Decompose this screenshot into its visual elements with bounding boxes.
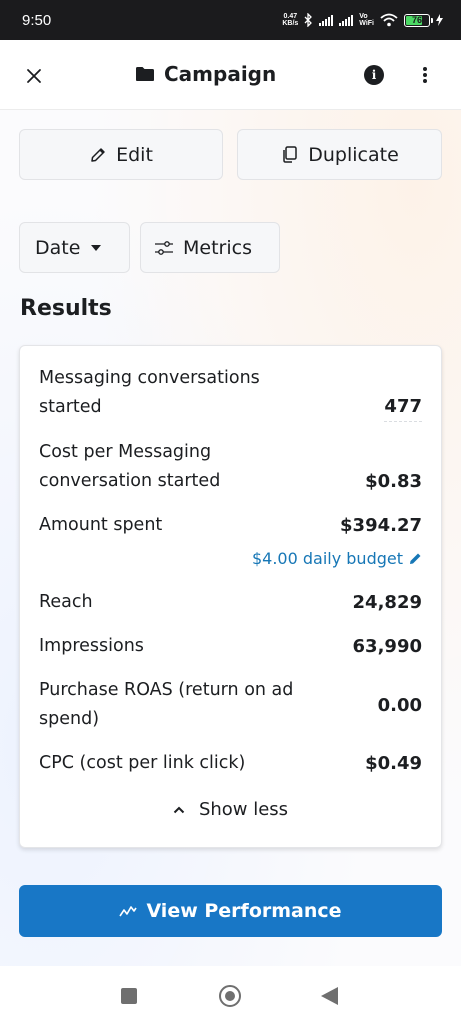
status-time: 9:50 (22, 11, 52, 29)
recent-apps-icon[interactable] (121, 988, 137, 1004)
edit-label: Edit (116, 143, 153, 166)
show-less-label: Show less (198, 799, 289, 820)
metrics-button[interactable]: Metrics (140, 222, 280, 273)
trend-line-icon (119, 906, 138, 917)
duplicate-label: Duplicate (308, 143, 399, 166)
header-title-group: Campaign (135, 62, 276, 86)
result-value: 0.00 (377, 694, 422, 716)
results-heading: Results (20, 296, 112, 321)
chevron-up-icon (173, 806, 185, 813)
result-label: CPC (cost per link click) (39, 753, 246, 773)
pencil-icon (410, 553, 421, 564)
sliders-icon (155, 240, 173, 255)
result-row: CPC (cost per link click) $0.49 (39, 749, 422, 778)
date-filter-button[interactable]: Date (19, 222, 130, 273)
wifi-icon (380, 13, 398, 27)
battery-level: 76 (411, 15, 422, 25)
header-bar: Campaign i (0, 40, 461, 110)
battery-icon: 76 (404, 13, 433, 27)
result-value: $0.49 (365, 753, 422, 774)
result-label: Reach (39, 592, 93, 612)
date-label: Date (35, 236, 81, 259)
bluetooth-icon (304, 13, 313, 27)
result-row: Cost per Messaging conversation started … (39, 438, 422, 496)
signal-icon-2 (339, 14, 354, 26)
show-less-button[interactable]: Show less (20, 799, 441, 820)
result-label: Amount spent (39, 515, 163, 535)
result-value: 24,829 (352, 592, 422, 613)
volte-wifi-label: Vo WiFi (359, 13, 374, 27)
results-card: Messaging conversations started 477 Cost… (19, 345, 442, 848)
status-icons: 0.47 KB/s Vo WiFi 76 (282, 13, 443, 27)
result-row: Purchase ROAS (return on ad spend) 0.00 (39, 676, 422, 734)
result-value: $0.83 (365, 471, 422, 492)
daily-budget-label: $4.00 daily budget (251, 549, 403, 568)
result-row: Amount spent $394.27 (39, 511, 422, 540)
result-row: Reach 24,829 (39, 588, 422, 617)
folder-icon (136, 67, 154, 81)
daily-budget-link[interactable]: $4.00 daily budget (252, 549, 422, 568)
result-label: Purchase ROAS (return on ad spend) (39, 680, 294, 729)
more-vertical-icon[interactable] (418, 64, 432, 86)
view-performance-label: View Performance (146, 900, 342, 922)
home-icon[interactable] (219, 985, 241, 1007)
page-title: Campaign (164, 62, 277, 86)
status-bar: 9:50 0.47 KB/s Vo WiFi 76 (0, 0, 461, 40)
close-icon[interactable] (22, 64, 46, 88)
result-label: Impressions (39, 636, 144, 656)
result-value[interactable]: 477 (384, 392, 422, 422)
charging-icon (436, 14, 443, 26)
signal-icon (319, 14, 334, 26)
result-label: Cost per Messaging conversation started (39, 442, 221, 491)
duplicate-button[interactable]: Duplicate (237, 129, 442, 180)
system-nav-bar (0, 966, 461, 1024)
caret-down-icon (91, 244, 102, 251)
info-icon[interactable]: i (364, 65, 384, 85)
edit-button[interactable]: Edit (19, 129, 223, 180)
result-label: Messaging conversations started (39, 368, 260, 417)
back-icon[interactable] (321, 987, 338, 1005)
copy-icon (283, 146, 297, 163)
metrics-label: Metrics (183, 236, 252, 259)
result-value: 63,990 (352, 636, 422, 657)
view-performance-button[interactable]: View Performance (19, 885, 442, 937)
result-row: Impressions 63,990 (39, 632, 422, 661)
result-row: Messaging conversations started 477 (39, 364, 422, 422)
net-speed: 0.47 KB/s (282, 13, 299, 27)
pencil-icon (91, 147, 105, 162)
result-value: $394.27 (340, 515, 422, 536)
